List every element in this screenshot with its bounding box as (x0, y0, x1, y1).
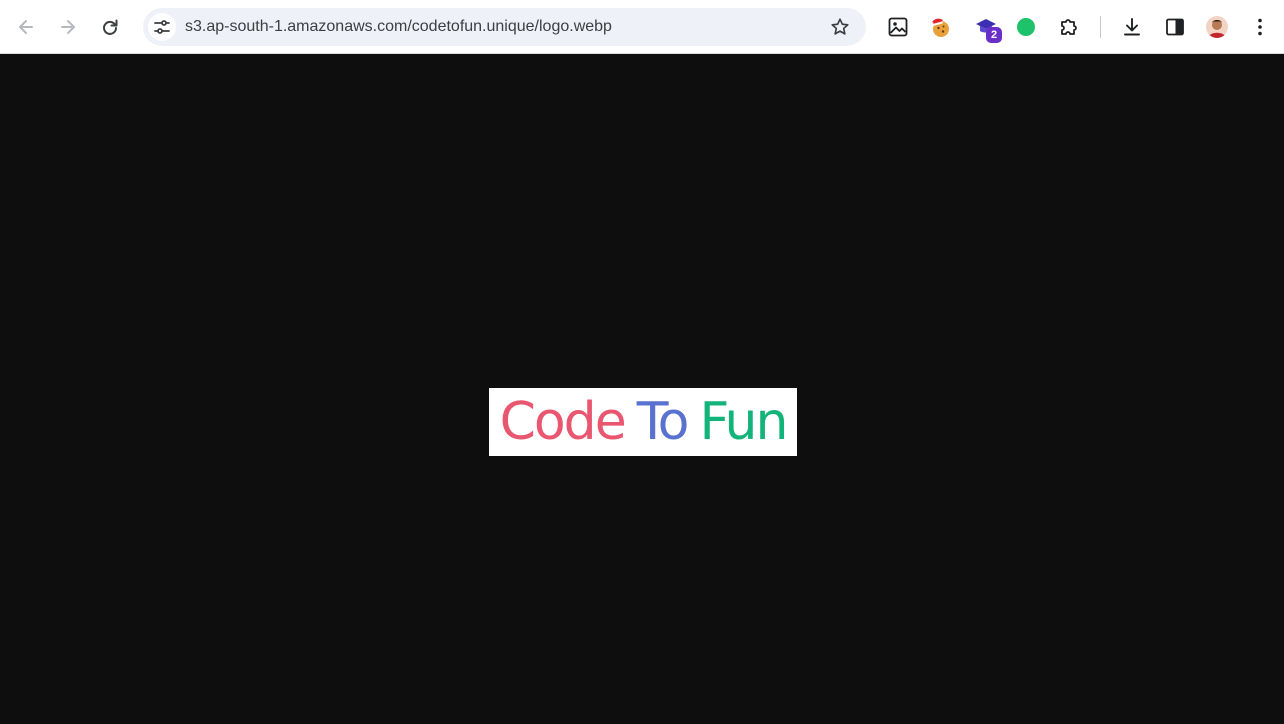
download-icon (1124, 18, 1140, 36)
cookie-santa-icon (929, 18, 949, 37)
cookie-extension-button[interactable] (926, 13, 954, 41)
image-icon (888, 17, 908, 37)
forward-button[interactable] (52, 11, 84, 43)
logo-image: Code To Fun (489, 388, 797, 456)
browser-menu-button[interactable] (1246, 13, 1274, 41)
reload-button[interactable] (94, 11, 126, 43)
site-info-button[interactable] (148, 13, 176, 41)
downloads-button[interactable] (1118, 13, 1146, 41)
tutor-extension-badge: 2 (986, 27, 1002, 43)
logo-part-to: To (636, 392, 690, 452)
profile-button[interactable] (1203, 13, 1231, 41)
logo-part-fun: Fun (699, 392, 788, 452)
logo-part-code: Code (499, 392, 627, 452)
toolbar-divider (1100, 16, 1101, 38)
tune-icon (154, 20, 170, 34)
image-extension-button[interactable] (884, 13, 912, 41)
back-button[interactable] (10, 11, 42, 43)
star-icon (831, 18, 849, 35)
status-extension-button[interactable] (1012, 13, 1040, 41)
extensions-button[interactable] (1055, 13, 1083, 41)
green-dot-icon (1017, 18, 1035, 36)
arrow-right-icon (61, 20, 75, 34)
avatar-icon (1206, 16, 1228, 38)
tutor-extension-button[interactable]: 2 (972, 13, 1002, 43)
address-bar[interactable]: s3.ap-south-1.amazonaws.com/codetofun.un… (143, 8, 866, 46)
arrow-left-icon (19, 20, 33, 34)
url-text[interactable]: s3.ap-south-1.amazonaws.com/codetofun.un… (185, 8, 612, 46)
browser-toolbar: s3.ap-south-1.amazonaws.com/codetofun.un… (0, 0, 1284, 54)
side-panel-icon (1166, 18, 1184, 36)
side-panel-button[interactable] (1161, 13, 1189, 41)
bookmark-button[interactable] (828, 15, 852, 39)
reload-icon (103, 19, 118, 35)
image-viewport: Code To Fun (0, 54, 1284, 724)
puzzle-icon (1061, 19, 1077, 35)
kebab-menu-icon (1258, 18, 1262, 36)
